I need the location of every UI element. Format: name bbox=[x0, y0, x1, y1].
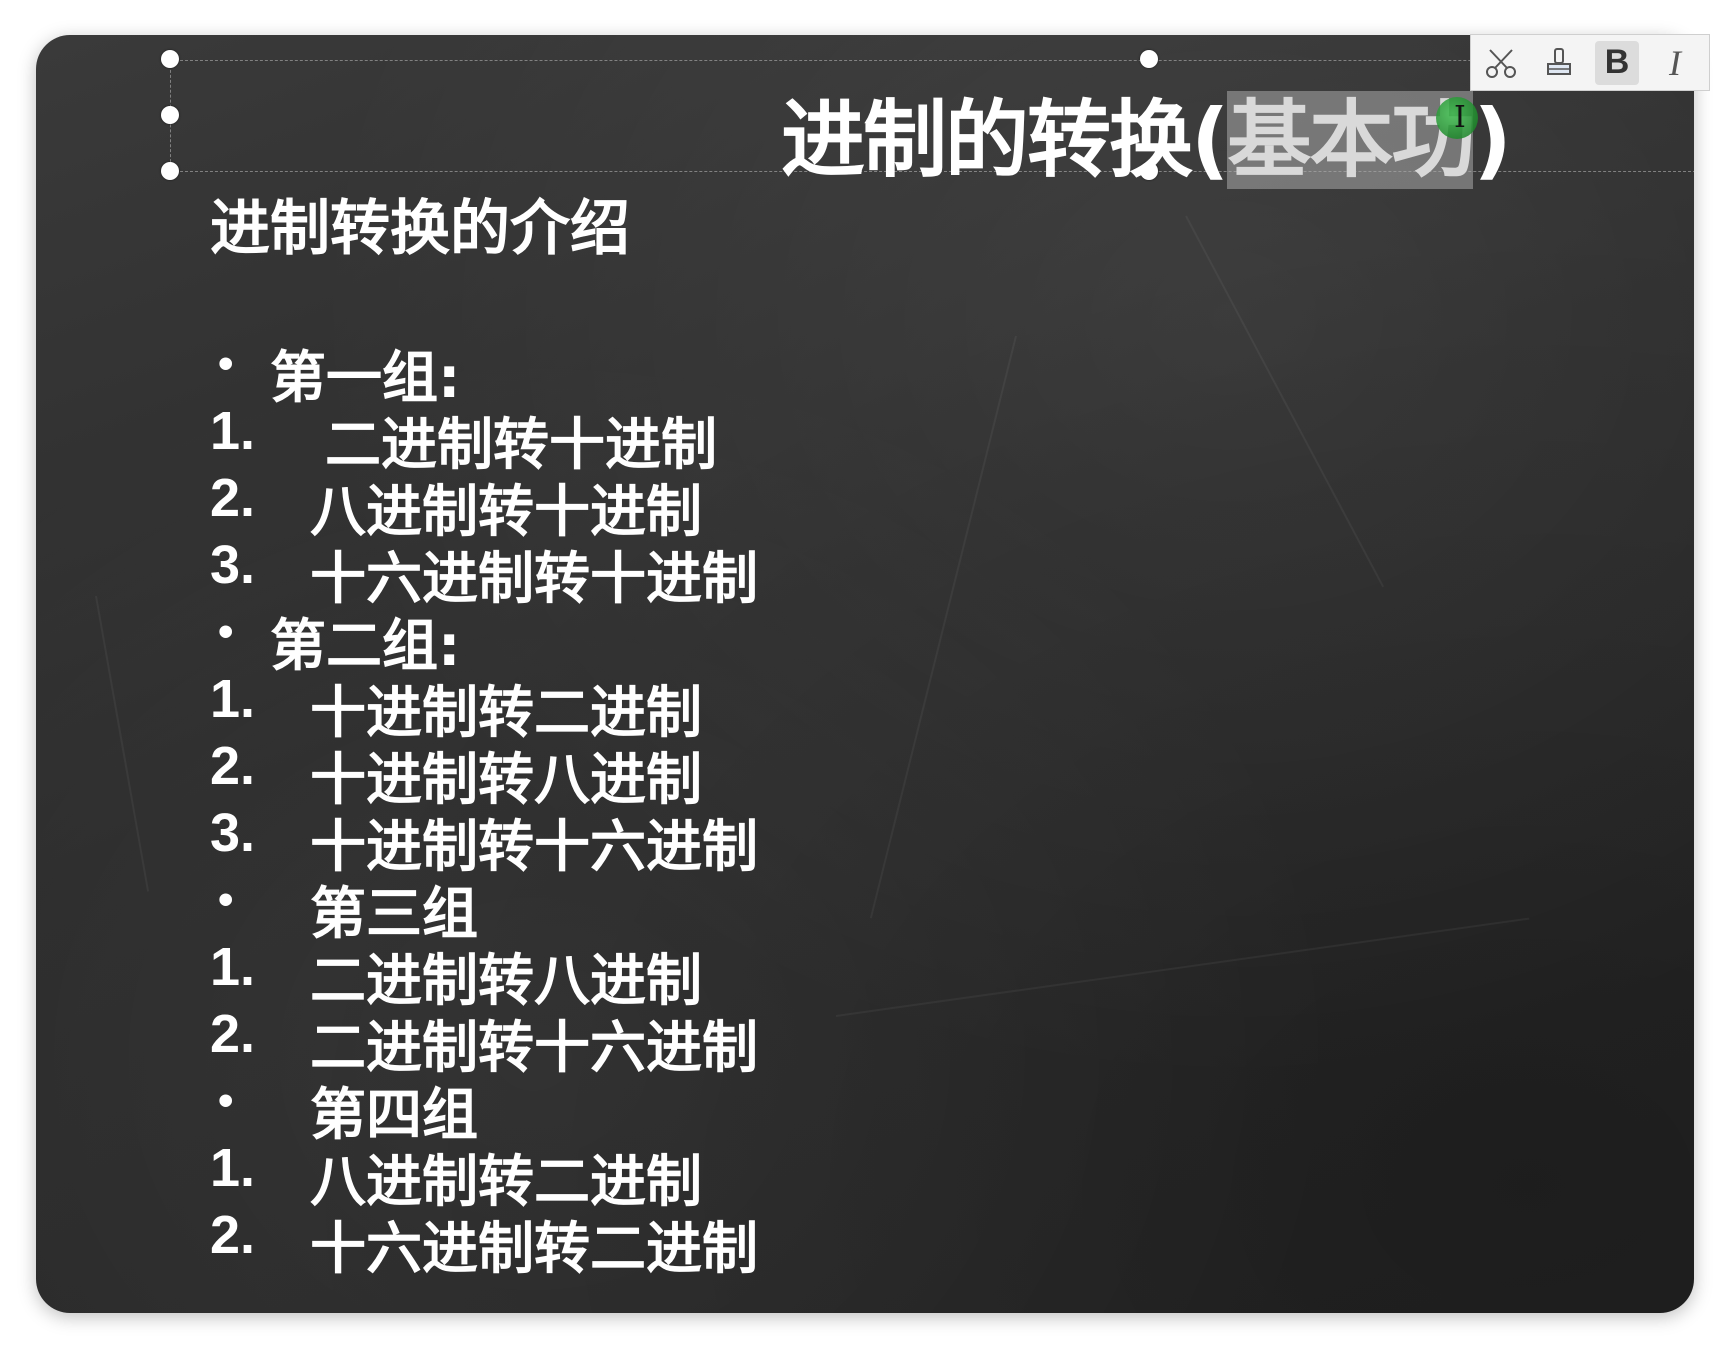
chalk-mark bbox=[95, 595, 150, 892]
bold-button[interactable]: B bbox=[1595, 40, 1639, 85]
resize-handle[interactable] bbox=[161, 106, 179, 124]
number-marker: 1. bbox=[210, 669, 256, 729]
bullet-marker: • bbox=[218, 339, 234, 388]
number-marker: 3. bbox=[210, 803, 256, 863]
number-marker: 1. bbox=[210, 1138, 256, 1198]
number-marker: 3. bbox=[210, 535, 256, 595]
resize-handle[interactable] bbox=[161, 162, 179, 180]
chalk-mark bbox=[869, 335, 1017, 919]
chalk-mark bbox=[1185, 215, 1385, 588]
italic-button[interactable]: I bbox=[1653, 41, 1697, 85]
number-marker: 2. bbox=[210, 1205, 256, 1265]
mini-format-toolbar: B I bbox=[1470, 34, 1710, 91]
bullet-marker: • bbox=[218, 607, 234, 656]
slide-title[interactable]: 进制的转换(基本功) bbox=[781, 73, 1512, 194]
bullet-marker: • bbox=[218, 875, 234, 924]
number-marker: 2. bbox=[210, 1004, 256, 1064]
slide-canvas[interactable]: 进制的转换(基本功) I 进制转换的介绍 • 第一组: 1. 二进制转十进制 2. 八进制… bbox=[36, 35, 1694, 1313]
title-close-paren: ) bbox=[1473, 91, 1511, 189]
number-marker: 2. bbox=[210, 468, 256, 528]
resize-handle[interactable] bbox=[161, 50, 179, 68]
number-marker: 2. bbox=[210, 736, 256, 796]
scissors-icon bbox=[1486, 48, 1516, 78]
format-painter-button[interactable] bbox=[1537, 41, 1581, 85]
title-text: 进制的转换( bbox=[781, 91, 1229, 189]
title-selected-text[interactable]: 基本功 bbox=[1227, 91, 1475, 189]
number-marker: 1. bbox=[210, 401, 256, 461]
format-painter-icon bbox=[1547, 47, 1571, 75]
cut-button[interactable] bbox=[1479, 41, 1523, 85]
bullet-marker: • bbox=[218, 1076, 234, 1125]
slide-subtitle: 进制转换的介绍 bbox=[210, 194, 630, 264]
list-item-text: 十六进制转二进制 bbox=[310, 1217, 758, 1282]
number-marker: 1. bbox=[210, 937, 256, 997]
resize-handle[interactable] bbox=[1140, 50, 1158, 68]
chalk-mark bbox=[835, 917, 1530, 1017]
text-cursor-icon: I bbox=[1454, 100, 1466, 135]
